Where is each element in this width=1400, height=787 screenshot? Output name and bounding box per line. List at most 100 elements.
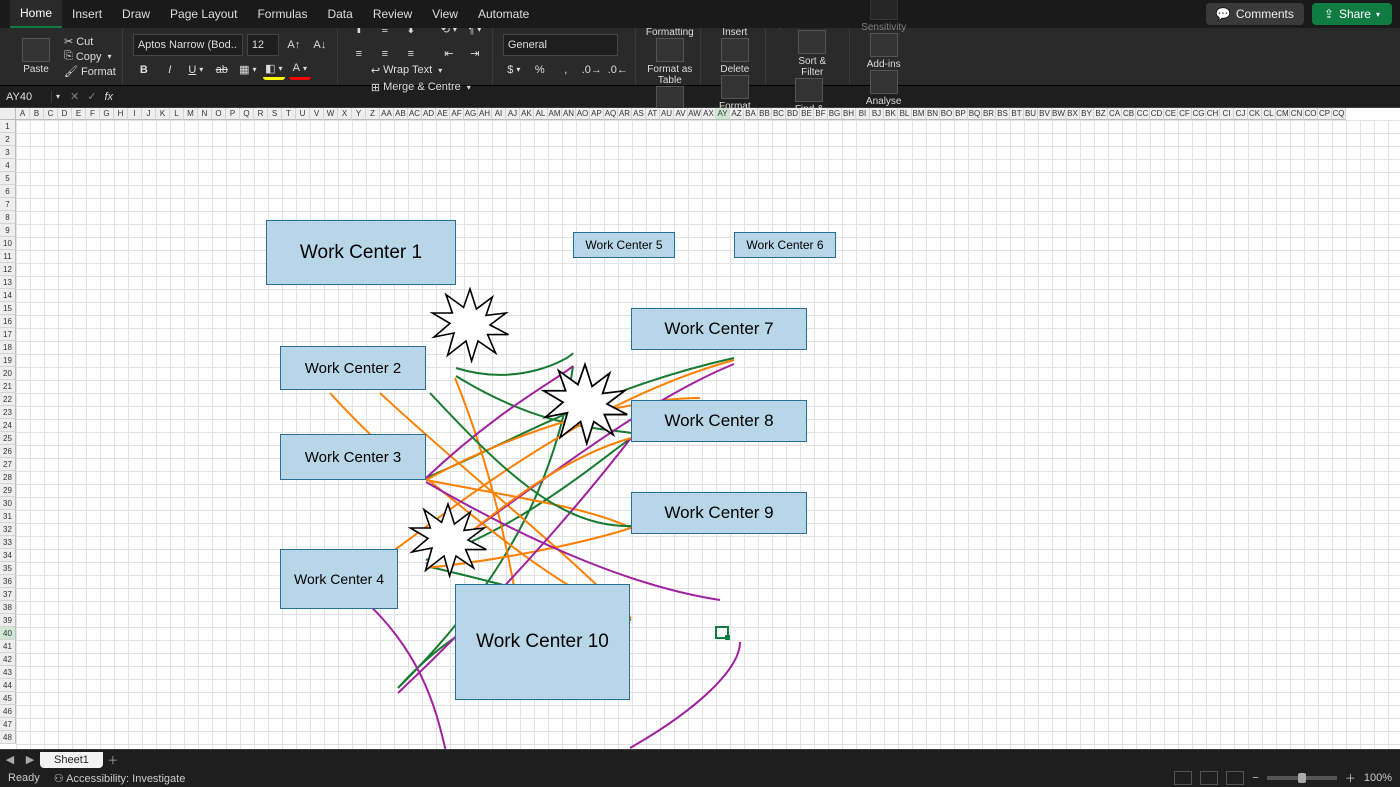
group-styles: Conditional Formatting Format as Table C… [640,28,701,85]
group-clipboard: Paste ✂ Cut ⎘ Copy 🖌 Format [6,28,123,85]
column-headers[interactable]: ABCDEFGHIJKLMNOPQRSTUVWXYZAAABACADAEAFAG… [16,108,1346,120]
group-font: A↑ A↓ B I U ab ▦ ◧ A [127,28,338,85]
sheet-nav-next[interactable]: ▶ [20,753,40,766]
work-center-shape-5[interactable]: Work Center 5 [573,232,675,258]
name-box[interactable]: AY40 [0,91,52,103]
group-analysis: Sensitivity Add-ins Analyse Data [854,28,914,85]
ribbon-tabs: Home Insert Draw Page Layout Formulas Da… [0,0,1400,28]
decrease-decimal-icon[interactable]: .0← [607,60,629,80]
strike-button[interactable]: ab [211,60,233,80]
tab-review[interactable]: Review [363,1,422,27]
tab-draw[interactable]: Draw [112,1,160,27]
fx-icon[interactable]: fx [104,91,113,103]
align-right-icon[interactable]: ≡ [400,44,422,64]
sheet-tab-1[interactable]: Sheet1 [40,752,103,768]
work-center-shape-6[interactable]: Work Center 6 [734,232,836,258]
bold-button[interactable]: B [133,60,155,80]
work-center-shape-8[interactable]: Work Center 8 [631,400,807,442]
work-center-shape-2[interactable]: Work Center 2 [280,346,426,390]
name-box-dd-icon[interactable]: ▾ [52,92,64,101]
explosion-shape-2[interactable] [530,360,640,448]
percent-icon[interactable]: % [529,60,551,80]
work-center-shape-9[interactable]: Work Center 9 [631,492,807,534]
cancel-formula-icon[interactable]: ✕ [70,90,79,103]
sensitivity-button[interactable]: Sensitivity [860,0,908,33]
borders-button[interactable]: ▦ [237,60,259,80]
work-center-shape-10[interactable]: Work Center 10 [455,584,630,700]
number-format-select[interactable] [503,34,618,56]
format-as-table-button[interactable]: Format as Table [646,38,694,86]
decrease-font-icon[interactable]: A↓ [309,35,331,55]
add-sheet-button[interactable]: ＋ [103,752,123,768]
sheet-tabs-bar: ◀ ▶ Sheet1 ＋ [0,749,1400,769]
tab-data[interactable]: Data [317,1,362,27]
group-editing: Σ Auto-sum ▾ Fill ◇ Clear Sort & Filter … [770,28,850,85]
sensitivity-icon [870,0,898,20]
delete-cells-button[interactable]: Delete [711,38,759,75]
align-center-icon[interactable]: ≡ [374,44,396,64]
explosion-shape-1[interactable] [420,285,520,365]
wrap-text-button[interactable]: ↩ Wrap Text [371,64,471,77]
select-all-corner[interactable] [0,108,16,120]
work-center-shape-4[interactable]: Work Center 4 [280,549,398,609]
font-size-select[interactable] [247,34,279,56]
italic-button[interactable]: I [159,60,181,80]
work-center-shape-3[interactable]: Work Center 3 [280,434,426,480]
status-accessibility[interactable]: ⚇ Accessibility: Investigate [54,772,186,785]
comment-icon: 💬 [1216,7,1231,21]
increase-decimal-icon[interactable]: .0→ [581,60,603,80]
group-alignment: ⬆ ≡ ⬇ ⟲ ¶ ≡ ≡ ≡ ⇤ ⇥ ↩ Wrap Text ⊞ Merge … [342,28,493,85]
tab-view[interactable]: View [422,1,468,27]
tab-insert[interactable]: Insert [62,1,112,27]
share-icon: ⇪ [1324,7,1334,21]
share-button[interactable]: ⇪ Share ▾ [1312,3,1392,25]
zoom-out-button[interactable]: − [1252,772,1258,784]
sort-icon [798,30,826,54]
formula-bar: AY40 ▾ ✕ ✓ fx [0,86,1400,108]
paste-button[interactable]: Paste [12,38,60,75]
tab-page-layout[interactable]: Page Layout [160,1,247,27]
status-bar: Ready ⚇ Accessibility: Investigate − ＋ 1… [0,769,1400,787]
work-center-shape-7[interactable]: Work Center 7 [631,308,807,350]
paste-icon [22,38,50,62]
font-color-button[interactable]: A [289,60,311,80]
view-page-break-icon[interactable] [1226,771,1244,785]
format-painter-button[interactable]: 🖌 Format [64,65,116,78]
spreadsheet-grid[interactable]: ABCDEFGHIJKLMNOPQRSTUVWXYZAAABACADAEAFAG… [0,108,1400,749]
cut-button[interactable]: ✂ Cut [64,35,116,48]
group-number: $ % , .0→ .0← [497,28,636,85]
comma-icon[interactable]: , [555,60,577,80]
indent-increase-icon[interactable]: ⇥ [464,44,486,64]
zoom-in-button[interactable]: ＋ [1345,770,1356,786]
view-normal-icon[interactable] [1174,771,1192,785]
sheet-nav-prev[interactable]: ◀ [0,753,20,766]
currency-icon[interactable]: $ [503,60,525,80]
work-center-shape-1[interactable]: Work Center 1 [266,220,456,285]
zoom-level[interactable]: 100% [1364,772,1392,784]
tab-formulas[interactable]: Formulas [247,1,317,27]
tab-automate[interactable]: Automate [468,1,539,27]
status-ready: Ready [8,772,40,784]
tab-home[interactable]: Home [10,0,62,28]
sort-filter-button[interactable]: Sort & Filter [788,30,836,78]
accessibility-icon: ⚇ [54,773,64,785]
addins-icon [870,33,898,57]
explosion-shape-3[interactable] [398,500,498,580]
row-headers[interactable]: 1234567891011121314151617181920212223242… [0,120,16,744]
fill-color-button[interactable]: ◧ [263,60,285,80]
accept-formula-icon[interactable]: ✓ [87,90,96,103]
comments-button[interactable]: 💬 Comments [1206,3,1304,25]
underline-button[interactable]: U [185,60,207,80]
zoom-slider[interactable] [1267,776,1337,780]
indent-decrease-icon[interactable]: ⇤ [438,44,460,64]
selected-cell[interactable] [715,626,729,639]
view-page-layout-icon[interactable] [1200,771,1218,785]
group-cells: Insert Delete Format [705,28,766,85]
addins-button[interactable]: Add-ins [860,33,908,70]
align-left-icon[interactable]: ≡ [348,44,370,64]
increase-font-icon[interactable]: A↑ [283,35,305,55]
font-name-select[interactable] [133,34,243,56]
delete-icon [721,38,749,62]
copy-button[interactable]: ⎘ Copy [64,50,116,63]
formula-input[interactable] [121,91,1394,103]
